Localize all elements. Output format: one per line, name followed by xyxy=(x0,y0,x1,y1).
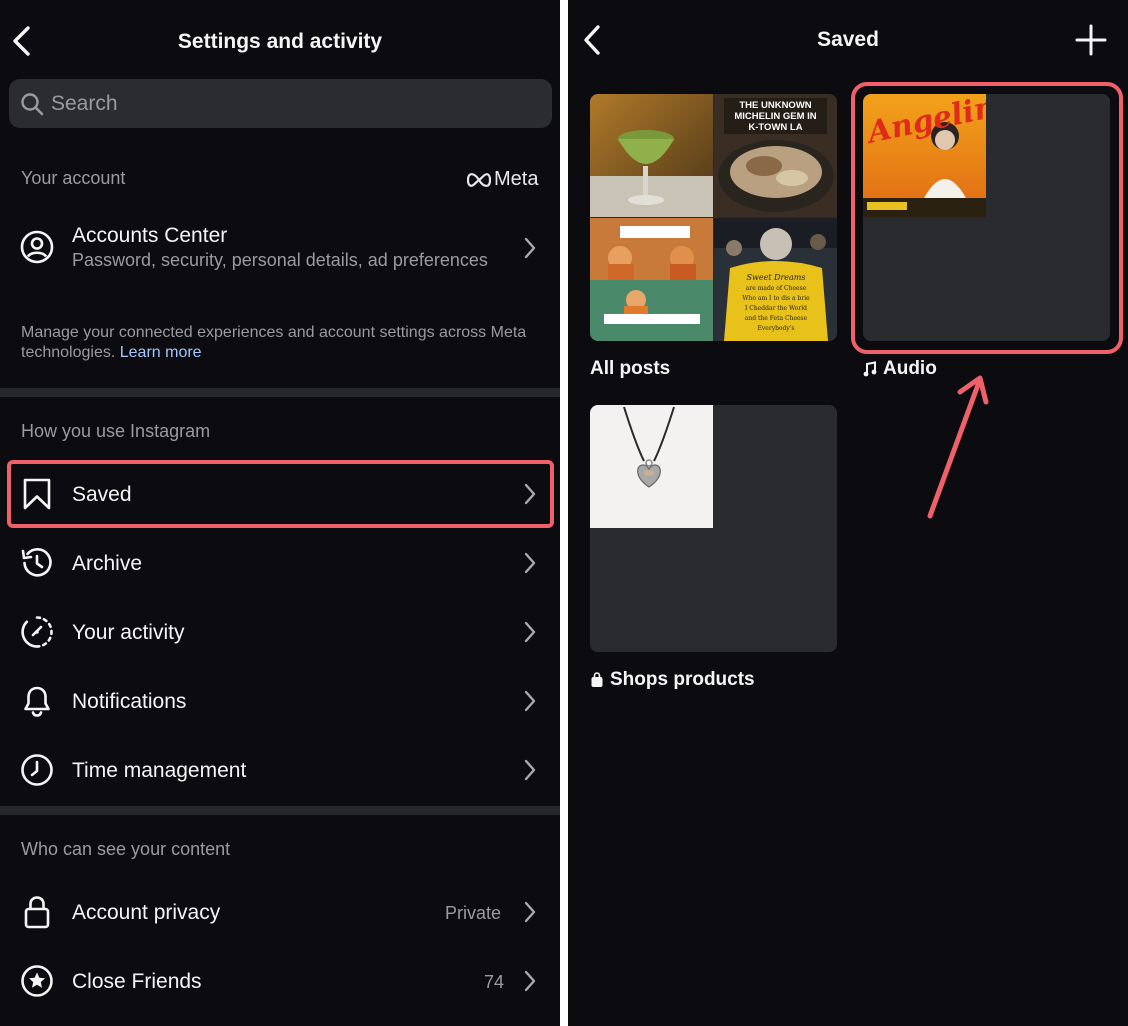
accounts-center-note: Manage your connected experiences and ac… xyxy=(21,323,541,363)
thumbnail-cheese-shirt: Sweet Dreams are made of Cheese Who am I… xyxy=(714,218,837,341)
accounts-center-row[interactable]: Accounts Center Password, security, pers… xyxy=(0,220,560,300)
svg-text:Who am I to dis a brie: Who am I to dis a brie xyxy=(742,295,810,302)
page-title: Settings and activity xyxy=(177,30,383,53)
activity-icon xyxy=(21,616,53,648)
settings-item-account-privacy[interactable]: Account privacy Private xyxy=(0,882,560,942)
collection-thumbnail-grid xyxy=(590,405,837,652)
section-who-can-see: Who can see your content xyxy=(21,839,231,859)
search-input[interactable] xyxy=(51,79,541,128)
chevron-right-icon xyxy=(524,483,536,505)
thumbnail-empty xyxy=(987,94,1110,217)
chevron-right-icon xyxy=(524,690,536,712)
settings-panel: Settings and activity Your account Meta … xyxy=(0,0,560,1026)
settings-item-label: Close Friends xyxy=(72,970,202,993)
collection-thumbnail-grid: THE UNKNOWN MICHELIN GEM IN K-TOWN LA Sw… xyxy=(590,94,837,341)
settings-item-notifications[interactable]: Notifications xyxy=(0,671,560,731)
svg-text:and the Feta Cheese: and the Feta Cheese xyxy=(745,315,808,322)
settings-header: Settings and activity xyxy=(0,0,560,74)
note-text: Manage your connected experiences and ac… xyxy=(21,324,527,361)
settings-item-time-management[interactable]: Time management xyxy=(0,740,560,800)
chevron-right-icon xyxy=(524,759,536,781)
section-divider xyxy=(0,806,560,815)
settings-item-label: Your activity xyxy=(72,621,185,644)
settings-item-archive[interactable]: Archive xyxy=(0,533,560,593)
accounts-center-title: Accounts Center xyxy=(72,224,228,247)
bell-icon xyxy=(24,686,50,717)
settings-item-label: Time management xyxy=(72,759,247,782)
thumbnail-heart-necklace xyxy=(590,405,713,528)
svg-text:are made of Cheese: are made of Cheese xyxy=(746,285,807,292)
learn-more-link[interactable]: Learn more xyxy=(120,344,202,361)
annotation-arrow-icon xyxy=(927,375,989,519)
thumbnail-matcha-drink xyxy=(590,94,713,217)
page-title: Saved xyxy=(817,28,879,51)
collection-label: Shops products xyxy=(590,669,755,691)
plus-icon xyxy=(1075,24,1107,56)
svg-text:Everybody's: Everybody's xyxy=(758,325,795,332)
chevron-right-icon xyxy=(524,970,536,992)
star-icon xyxy=(21,965,53,997)
close-friends-count: 74 xyxy=(484,972,505,992)
meta-logo-text: Meta xyxy=(494,168,539,190)
saved-panel: Saved THE UNKNOWN MICHELIN GEM IN K-TOWN… xyxy=(568,0,1128,1026)
collection-label-text: All posts xyxy=(590,358,671,379)
profile-circle-icon xyxy=(20,230,54,264)
search-bar[interactable] xyxy=(9,79,552,128)
archive-icon xyxy=(21,548,52,577)
svg-text:K-TOWN LA: K-TOWN LA xyxy=(748,122,802,133)
chevron-right-icon xyxy=(524,901,536,923)
svg-text:I Cheddar the World: I Cheddar the World xyxy=(745,305,807,312)
collection-shops-products[interactable]: Shops products xyxy=(590,405,838,695)
thumbnail-angelina-album: Angelina xyxy=(863,94,986,217)
chevron-right-icon xyxy=(524,621,536,643)
svg-text:Sweet Dreams: Sweet Dreams xyxy=(747,273,806,282)
settings-item-close-friends[interactable]: Close Friends 74 xyxy=(0,951,560,1011)
collection-label: All posts xyxy=(590,358,670,380)
search-icon xyxy=(21,93,44,116)
settings-item-label: Saved xyxy=(72,483,132,506)
thumbnail-empty xyxy=(987,218,1110,341)
meta-logo: Meta xyxy=(467,168,538,191)
accounts-center-subtitle: Password, security, personal details, ad… xyxy=(72,250,488,270)
chevron-right-icon xyxy=(524,237,536,259)
settings-item-saved[interactable]: Saved xyxy=(0,464,560,524)
svg-text:THE UNKNOWN: THE UNKNOWN xyxy=(739,100,811,111)
thumbnail-buddha-meme xyxy=(590,218,713,341)
thumbnail-empty xyxy=(863,218,986,341)
lock-icon xyxy=(24,896,50,929)
section-divider xyxy=(0,388,560,397)
section-how-you-use: How you use Instagram xyxy=(21,421,211,441)
settings-item-label: Archive xyxy=(72,552,143,575)
chevron-right-icon xyxy=(524,552,536,574)
thumbnail-empty xyxy=(714,529,837,652)
thumbnail-empty xyxy=(590,529,713,652)
collection-thumbnail-grid: Angelina xyxy=(863,94,1110,341)
meta-infinity-icon xyxy=(467,172,491,187)
collection-label-text: Shops products xyxy=(610,669,755,690)
shopping-bag-icon xyxy=(591,672,603,687)
thumbnail-michelin-food: THE UNKNOWN MICHELIN GEM IN K-TOWN LA xyxy=(714,94,837,217)
new-collection-button[interactable] xyxy=(1073,22,1109,58)
settings-item-label: Notifications xyxy=(72,690,187,713)
collection-all-posts[interactable]: THE UNKNOWN MICHELIN GEM IN K-TOWN LA Sw… xyxy=(590,94,838,384)
clock-icon xyxy=(21,754,53,786)
settings-item-your-activity[interactable]: Your activity xyxy=(0,602,560,662)
bookmark-icon xyxy=(23,478,51,510)
section-your-account: Your account xyxy=(21,168,126,188)
music-note-icon xyxy=(863,361,877,377)
settings-item-label: Account privacy xyxy=(72,901,221,924)
svg-text:MICHELIN GEM IN: MICHELIN GEM IN xyxy=(734,111,816,122)
thumbnail-empty xyxy=(714,405,837,528)
collection-audio[interactable]: Angelina Audio xyxy=(863,94,1111,384)
account-privacy-value: Private xyxy=(445,903,502,923)
